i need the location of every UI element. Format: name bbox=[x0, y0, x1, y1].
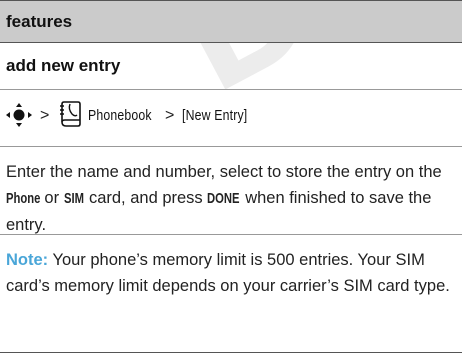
instructions-text: Enter the name and number, select to sto… bbox=[6, 163, 442, 234]
menu-path: > Phonebook > [New Entry] bbox=[0, 90, 462, 147]
path-phonebook: Phonebook bbox=[88, 107, 152, 124]
section-title-row: add new entry bbox=[0, 43, 462, 90]
nav-key-icon bbox=[6, 103, 32, 127]
header-title: features bbox=[6, 12, 73, 31]
path-separator-2: > bbox=[165, 107, 175, 124]
path-new-entry: [New Entry] bbox=[182, 107, 248, 124]
note-row: Note: Your phone’s memory limit is 500 e… bbox=[0, 235, 462, 353]
key-done: DONE bbox=[207, 190, 240, 207]
phonebook-icon bbox=[60, 101, 81, 127]
section-title: add new entry bbox=[6, 56, 121, 75]
instructions-row: Enter the name and number, select to sto… bbox=[0, 147, 462, 235]
table-header: features bbox=[0, 0, 462, 43]
note-text: Note: Your phone’s memory limit is 500 e… bbox=[6, 251, 450, 295]
path-separator: > bbox=[40, 107, 50, 124]
key-sim: SIM bbox=[63, 190, 84, 207]
key-phone: Phone bbox=[6, 190, 41, 207]
note-label: Note: bbox=[6, 251, 49, 269]
feature-table: features add new entry > Phonebook > [Ne… bbox=[0, 0, 462, 353]
